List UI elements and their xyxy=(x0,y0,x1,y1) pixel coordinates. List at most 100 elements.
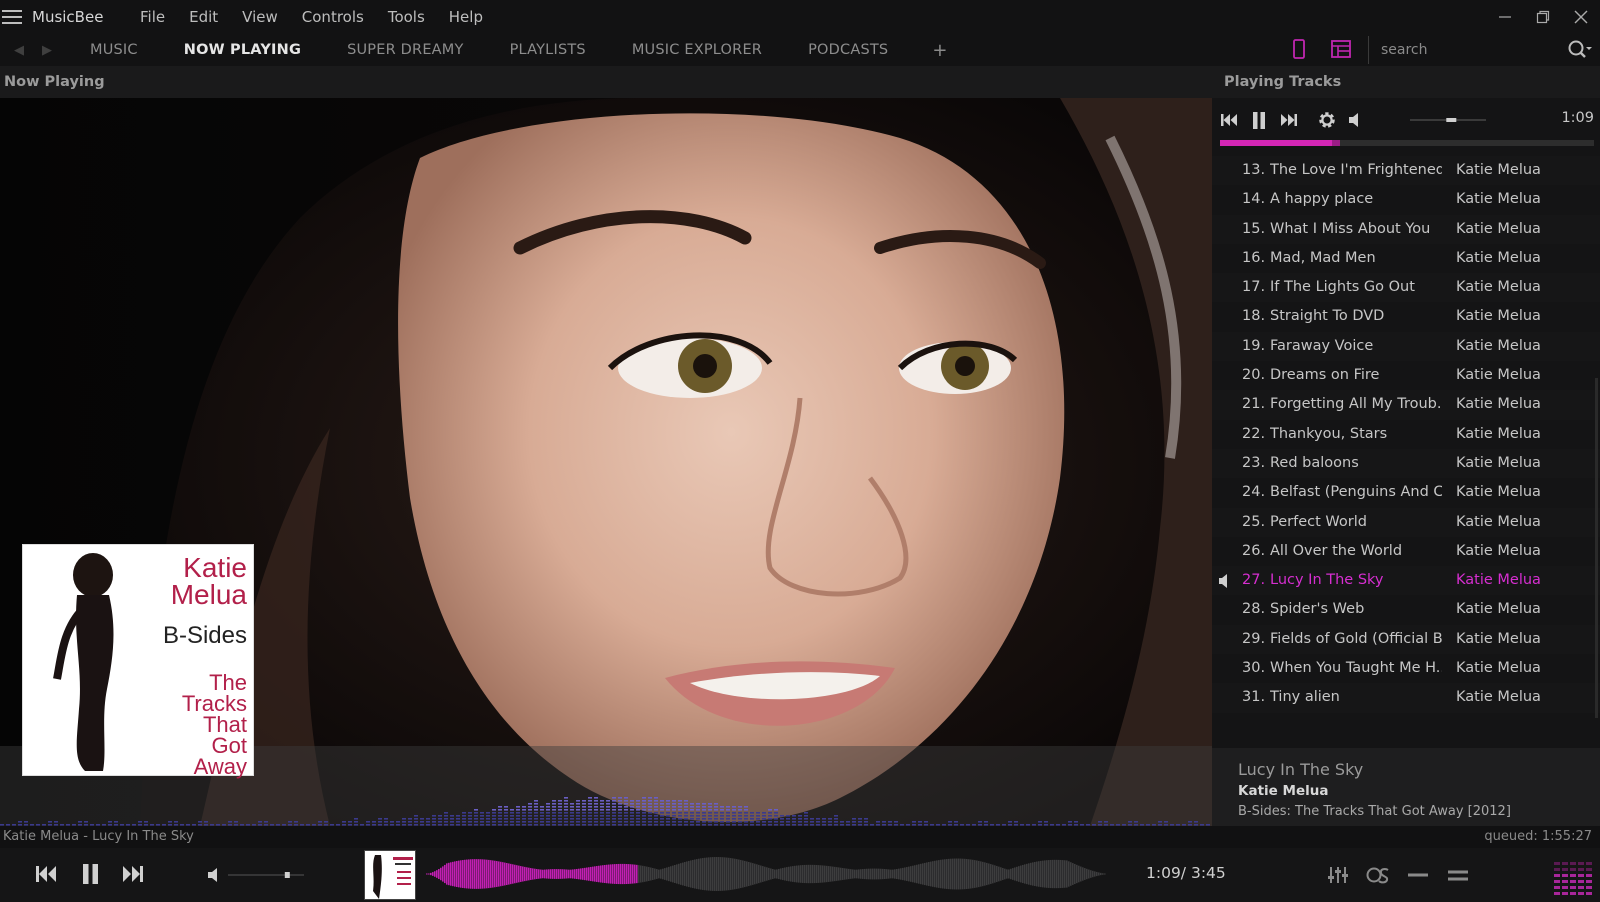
settings-gear-icon[interactable] xyxy=(1316,109,1338,131)
mini-volume-icon[interactable] xyxy=(1346,109,1368,131)
previous-track-icon[interactable] xyxy=(1218,109,1240,131)
menu-tools[interactable]: Tools xyxy=(376,8,437,26)
close-button[interactable] xyxy=(1562,0,1600,34)
current-song-album: B-Sides: The Tracks That Got Away [2012] xyxy=(1238,804,1511,819)
track-row[interactable]: 21. Forgetting All My Troub... Katie Melua xyxy=(1212,390,1600,420)
minimize-button[interactable] xyxy=(1486,0,1524,34)
tab-playlists[interactable]: PLAYLISTS xyxy=(510,42,586,58)
track-artist: Katie Melua xyxy=(1456,660,1541,677)
track-artist: Katie Melua xyxy=(1456,630,1541,647)
tab-podcasts[interactable]: PODCASTS xyxy=(808,42,888,58)
track-artist: Katie Melua xyxy=(1456,191,1541,208)
history-navigation: ◀ ▶ xyxy=(0,43,90,58)
equalizer-icon[interactable] xyxy=(1326,864,1350,886)
track-row[interactable]: 16. Mad, Mad Men Katie Melua xyxy=(1212,243,1600,274)
status-now-playing: Katie Melua - Lucy In The Sky xyxy=(3,829,194,844)
layout-view-icon[interactable] xyxy=(1330,38,1352,60)
mini-volume-slider[interactable] xyxy=(1410,118,1486,122)
tab-bar: ◀ ▶ MUSIC NOW PLAYING SUPER DREAMY PLAYL… xyxy=(0,34,1600,66)
menu-view[interactable]: View xyxy=(230,8,290,26)
mini-progress-bar[interactable] xyxy=(1220,140,1594,146)
track-row[interactable]: 31. Tiny alien Katie Melua xyxy=(1212,683,1600,713)
track-title: Belfast (Penguins And C... xyxy=(1270,484,1442,501)
track-title: What I Miss About You xyxy=(1270,220,1431,237)
pause-icon[interactable] xyxy=(1248,109,1270,131)
player-volume-icon[interactable] xyxy=(206,866,224,884)
tab-music[interactable]: MUSIC xyxy=(90,42,138,58)
track-row[interactable]: 23. Red baloons Katie Melua xyxy=(1212,448,1600,479)
track-list-scrollbar[interactable] xyxy=(1595,378,1598,718)
track-row[interactable]: 25. Perfect World Katie Melua xyxy=(1212,507,1600,537)
track-row[interactable]: 20. Dreams on Fire Katie Melua xyxy=(1212,361,1600,391)
back-arrow-icon[interactable]: ◀ xyxy=(14,43,24,58)
restore-button[interactable] xyxy=(1524,0,1562,34)
track-artist: Katie Melua xyxy=(1456,454,1541,471)
restore-icon xyxy=(1536,10,1550,24)
next-track-icon[interactable] xyxy=(1278,109,1300,131)
track-title: Forgetting All My Troub... xyxy=(1270,396,1442,413)
track-title: Lucy In The Sky xyxy=(1270,572,1384,589)
player-pause-icon[interactable] xyxy=(78,862,104,886)
search-icon[interactable] xyxy=(1566,39,1592,61)
track-title: Tiny alien xyxy=(1270,689,1340,706)
mobile-view-icon[interactable] xyxy=(1288,38,1310,60)
level-meter-icon xyxy=(1554,862,1592,895)
queue-panel-icon[interactable] xyxy=(1446,864,1470,886)
track-row[interactable]: 17. If The Lights Go Out Katie Melua xyxy=(1212,273,1600,303)
mini-mode-icon[interactable] xyxy=(1406,864,1430,886)
playing-tracks-panel: 1:09 13. The Love I'm Frightened... Katie … xyxy=(1212,98,1600,748)
menu-file[interactable]: File xyxy=(128,8,177,26)
menu-edit[interactable]: Edit xyxy=(177,8,230,26)
tab-now-playing[interactable]: NOW PLAYING xyxy=(184,42,301,58)
track-artist: Katie Melua xyxy=(1456,601,1541,618)
tab-super-dreamy[interactable]: SUPER DREAMY xyxy=(347,42,464,58)
track-list: 13. The Love I'm Frightened... Katie Melua… xyxy=(1212,156,1600,713)
track-row[interactable]: 29. Fields of Gold (Official B... Katie Me… xyxy=(1212,624,1600,655)
current-song-info: Lucy In The Sky Katie Melua B-Sides: The… xyxy=(1212,748,1600,826)
track-row[interactable]: 26. All Over the World Katie Melua xyxy=(1212,536,1600,567)
scrobble-icon[interactable] xyxy=(1366,864,1390,886)
track-artist: Katie Melua xyxy=(1456,308,1541,325)
menu-bar: File Edit View Controls Tools Help xyxy=(128,8,495,26)
player-volume-slider[interactable] xyxy=(228,872,304,878)
cover-artist-text: Katie Melua xyxy=(170,552,247,610)
track-row[interactable]: 14. A happy place Katie Melua xyxy=(1212,185,1600,215)
track-artist: Katie Melua xyxy=(1456,367,1541,384)
player-album-thumbnail[interactable] xyxy=(364,850,416,900)
forward-arrow-icon[interactable]: ▶ xyxy=(42,43,52,58)
status-queued-time: queued: 1:55:27 xyxy=(1484,829,1592,844)
player-bar: 1:09/ 3:45 xyxy=(0,848,1600,902)
track-row[interactable]: 19. Faraway Voice Katie Melua xyxy=(1212,331,1600,362)
mini-elapsed-time: 1:09 xyxy=(1561,110,1594,126)
add-tab-button[interactable]: + xyxy=(932,40,947,61)
track-row[interactable]: 27. Lucy In The Sky Katie Melua xyxy=(1212,566,1600,596)
album-cover[interactable]: Katie Melua B-Sides The Tracks That Got … xyxy=(22,544,254,777)
track-row[interactable]: 24. Belfast (Penguins And C... Katie Melua xyxy=(1212,478,1600,508)
player-tools xyxy=(1326,864,1470,886)
now-playing-speaker-icon xyxy=(1219,574,1227,589)
menu-controls[interactable]: Controls xyxy=(290,8,376,26)
track-row[interactable]: 18. Straight To DVD Katie Melua xyxy=(1212,302,1600,332)
menu-help[interactable]: Help xyxy=(437,8,495,26)
track-row[interactable]: 22. Thankyou, Stars Katie Melua xyxy=(1212,419,1600,449)
track-artist: Katie Melua xyxy=(1456,220,1541,237)
current-song-artist: Katie Melua xyxy=(1238,783,1329,799)
search-box xyxy=(1368,36,1592,64)
player-previous-icon[interactable] xyxy=(34,862,60,886)
player-next-icon[interactable] xyxy=(120,862,146,886)
track-row[interactable]: 28. Spider's Web Katie Melua xyxy=(1212,595,1600,625)
track-artist: Katie Melua xyxy=(1456,542,1541,559)
cover-figure-image xyxy=(53,553,114,771)
track-artist: Katie Melua xyxy=(1456,249,1541,266)
waveform-seekbar[interactable] xyxy=(426,854,1106,894)
mini-progress-fill xyxy=(1220,140,1340,146)
search-input[interactable] xyxy=(1369,42,1539,58)
app-title: MusicBee xyxy=(32,8,104,26)
tab-music-explorer[interactable]: MUSIC EXPLORER xyxy=(632,42,762,58)
track-row[interactable]: 30. When You Taught Me H... Katie Melua xyxy=(1212,654,1600,684)
track-row[interactable]: 15. What I Miss About You Katie Melua xyxy=(1212,214,1600,244)
hamburger-menu-icon[interactable] xyxy=(2,10,22,24)
track-title: Mad, Mad Men xyxy=(1270,249,1376,266)
track-row[interactable]: 13. The Love I'm Frightened... Katie Melua xyxy=(1212,156,1600,186)
playing-tracks-header: Playing Tracks xyxy=(1212,66,1600,98)
